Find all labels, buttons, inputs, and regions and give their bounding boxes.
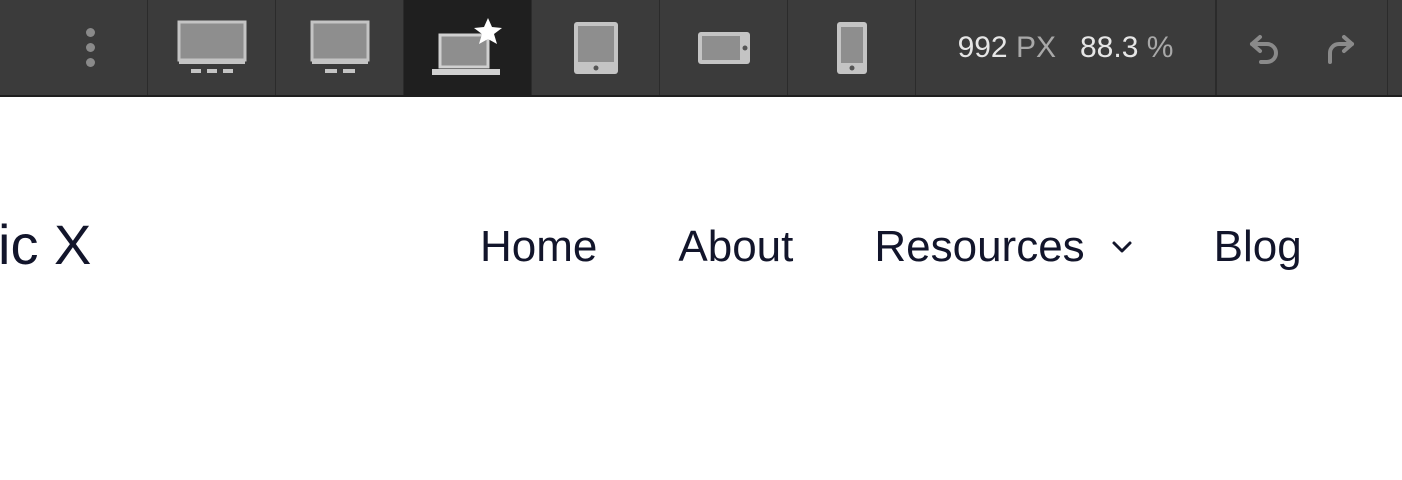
canvas-width-value: 992 (957, 30, 1008, 64)
desktop-large-icon (177, 20, 246, 73)
toolbar-menu-area (0, 0, 148, 95)
history-controls (1216, 0, 1388, 95)
nav-blog[interactable]: Blog (1214, 225, 1302, 269)
canvas-size-readout[interactable]: 992 PX 88.3 % (916, 0, 1216, 95)
tablet-landscape-icon (697, 31, 750, 64)
nav-resources-label: Resources (874, 222, 1085, 271)
undo-button[interactable] (1247, 30, 1283, 66)
undo-icon (1250, 34, 1278, 64)
canvas-zoom-readout[interactable]: 88.3 % (1080, 31, 1173, 65)
laptop-star-icon (431, 17, 502, 75)
phone-breakpoint-button[interactable] (788, 0, 916, 95)
canvas-zoom-unit: % (1146, 30, 1174, 64)
tablet-breakpoint-button[interactable] (532, 0, 660, 95)
nav-home[interactable]: Home (480, 225, 597, 269)
chevron-down-icon (1111, 240, 1133, 254)
site-logo[interactable]: ic X (0, 217, 91, 273)
redo-button[interactable] (1321, 30, 1357, 66)
tablet-landscape-breakpoint-button[interactable] (660, 0, 788, 95)
more-options-icon[interactable] (86, 28, 95, 67)
phone-icon (836, 21, 867, 74)
breakpoint-toolbar: 992 PX 88.3 % (0, 0, 1402, 97)
canvas-zoom-value: 88.3 (1080, 30, 1139, 64)
canvas-width-unit: PX (1015, 30, 1056, 64)
redo-icon (1328, 34, 1354, 64)
nav-about[interactable]: About (678, 225, 793, 269)
tablet-icon (573, 21, 618, 74)
main-nav: Home About Resources Blog (480, 225, 1302, 269)
canvas-width-readout[interactable]: 992 PX (958, 31, 1056, 65)
desktop-icon (310, 20, 369, 73)
desktop-large-breakpoint-button[interactable] (148, 0, 276, 95)
nav-resources[interactable]: Resources (874, 225, 1132, 269)
laptop-base-breakpoint-button[interactable] (404, 0, 532, 95)
site-header: ic X Home About Resources Blog (0, 97, 1402, 402)
desktop-breakpoint-button[interactable] (276, 0, 404, 95)
